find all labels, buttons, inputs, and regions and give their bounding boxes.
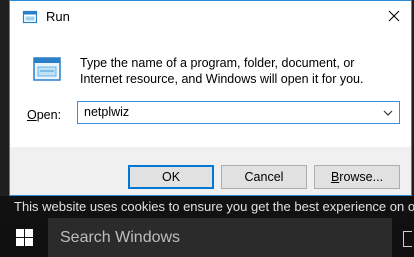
windows-logo-icon <box>15 229 33 246</box>
taskbar-search-box[interactable]: Search Windows <box>48 218 392 257</box>
browse-rest: rowse... <box>339 170 384 184</box>
taskbar: Search Windows <box>0 218 414 257</box>
cookie-banner-text: This website uses cookies to ensure you … <box>14 199 414 214</box>
taskbar-search-placeholder: Search Windows <box>60 229 181 246</box>
open-combobox[interactable] <box>77 101 400 124</box>
cancel-button-label: Cancel <box>244 170 284 184</box>
open-label-hotkey: O <box>27 108 37 122</box>
dialog-footer: OK Cancel Browse... <box>10 147 411 195</box>
browse-button-label: Browse... <box>331 170 383 184</box>
run-icon <box>22 10 38 24</box>
ok-button[interactable]: OK <box>128 165 214 189</box>
cancel-button[interactable]: Cancel <box>221 165 307 189</box>
close-button[interactable] <box>383 5 405 27</box>
browse-button[interactable]: Browse... <box>314 165 400 189</box>
cookie-banner: This website uses cookies to ensure you … <box>0 196 414 218</box>
open-label: Open: <box>27 108 61 122</box>
dialog-description: Type the name of a program, folder, docu… <box>80 56 364 86</box>
run-dialog: Run Type the name of a program, folder, … <box>9 0 412 196</box>
start-button[interactable] <box>0 218 48 257</box>
chevron-down-icon[interactable] <box>381 106 395 120</box>
task-view-icon[interactable] <box>403 231 412 247</box>
open-input[interactable] <box>84 102 374 123</box>
dialog-title: Run <box>46 9 70 24</box>
close-icon <box>388 10 400 22</box>
run-program-icon <box>33 57 61 81</box>
ok-button-label: OK <box>161 170 181 184</box>
open-label-rest: pen: <box>36 108 62 122</box>
dialog-titlebar[interactable]: Run <box>10 1 411 33</box>
